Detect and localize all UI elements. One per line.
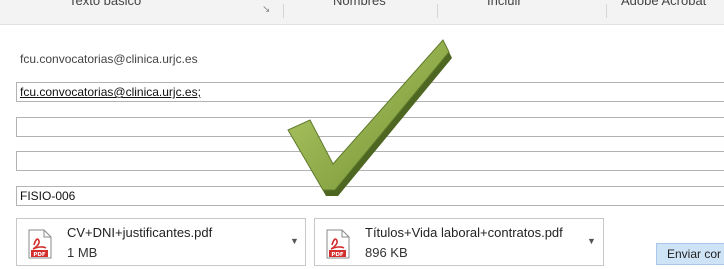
attachment-size: 896 KB — [365, 245, 408, 260]
ribbon-separator — [437, 4, 438, 18]
pdf-file-icon: PDF — [326, 229, 350, 259]
attachment-size: 1 MB — [67, 245, 98, 260]
svg-text:PDF: PDF — [33, 252, 46, 258]
cc-field[interactable] — [16, 117, 724, 137]
attachment-card[interactable]: PDF CV+DNI+justificantes.pdf 1 MB ▼ — [16, 218, 306, 266]
ribbon-separator — [606, 4, 607, 18]
dialog-launcher-icon[interactable]: ↘ — [262, 4, 270, 15]
svg-text:PDF: PDF — [331, 252, 344, 258]
ribbon-group-nombres: Nombres — [333, 0, 386, 8]
subject-field[interactable]: FISIO-006 — [16, 186, 724, 206]
send-button-label: Enviar cor — [667, 247, 722, 261]
to-field[interactable]: fcu.convocatorias@clinica.urjc.es; — [16, 82, 724, 102]
attachment-card[interactable]: PDF Títulos+Vida laboral+contratos.pdf 8… — [314, 218, 604, 266]
ribbon-group-texto-basico: Texto básico — [69, 0, 142, 8]
ribbon-group-adobe-acrobat: Adobe Acrobat — [621, 0, 707, 8]
attachment-name: Títulos+Vida laboral+contratos.pdf — [365, 225, 563, 240]
ribbon-separator — [283, 4, 284, 18]
bcc-field[interactable] — [16, 151, 724, 171]
pdf-file-icon: PDF — [28, 229, 52, 259]
subject-value: FISIO-006 — [20, 189, 76, 203]
ribbon: Texto básico ↘ Nombres Incluir Adobe Acr… — [0, 0, 724, 25]
ribbon-group-incluir: Incluir — [487, 0, 522, 8]
send-button[interactable]: Enviar cor — [656, 243, 724, 265]
from-account[interactable]: fcu.convocatorias@clinica.urjc.es — [20, 52, 198, 66]
chevron-down-icon[interactable]: ▼ — [290, 236, 299, 246]
to-recipient[interactable]: fcu.convocatorias@clinica.urjc.es; — [20, 85, 201, 99]
attachment-name: CV+DNI+justificantes.pdf — [67, 225, 213, 240]
chevron-down-icon[interactable]: ▼ — [587, 236, 596, 246]
